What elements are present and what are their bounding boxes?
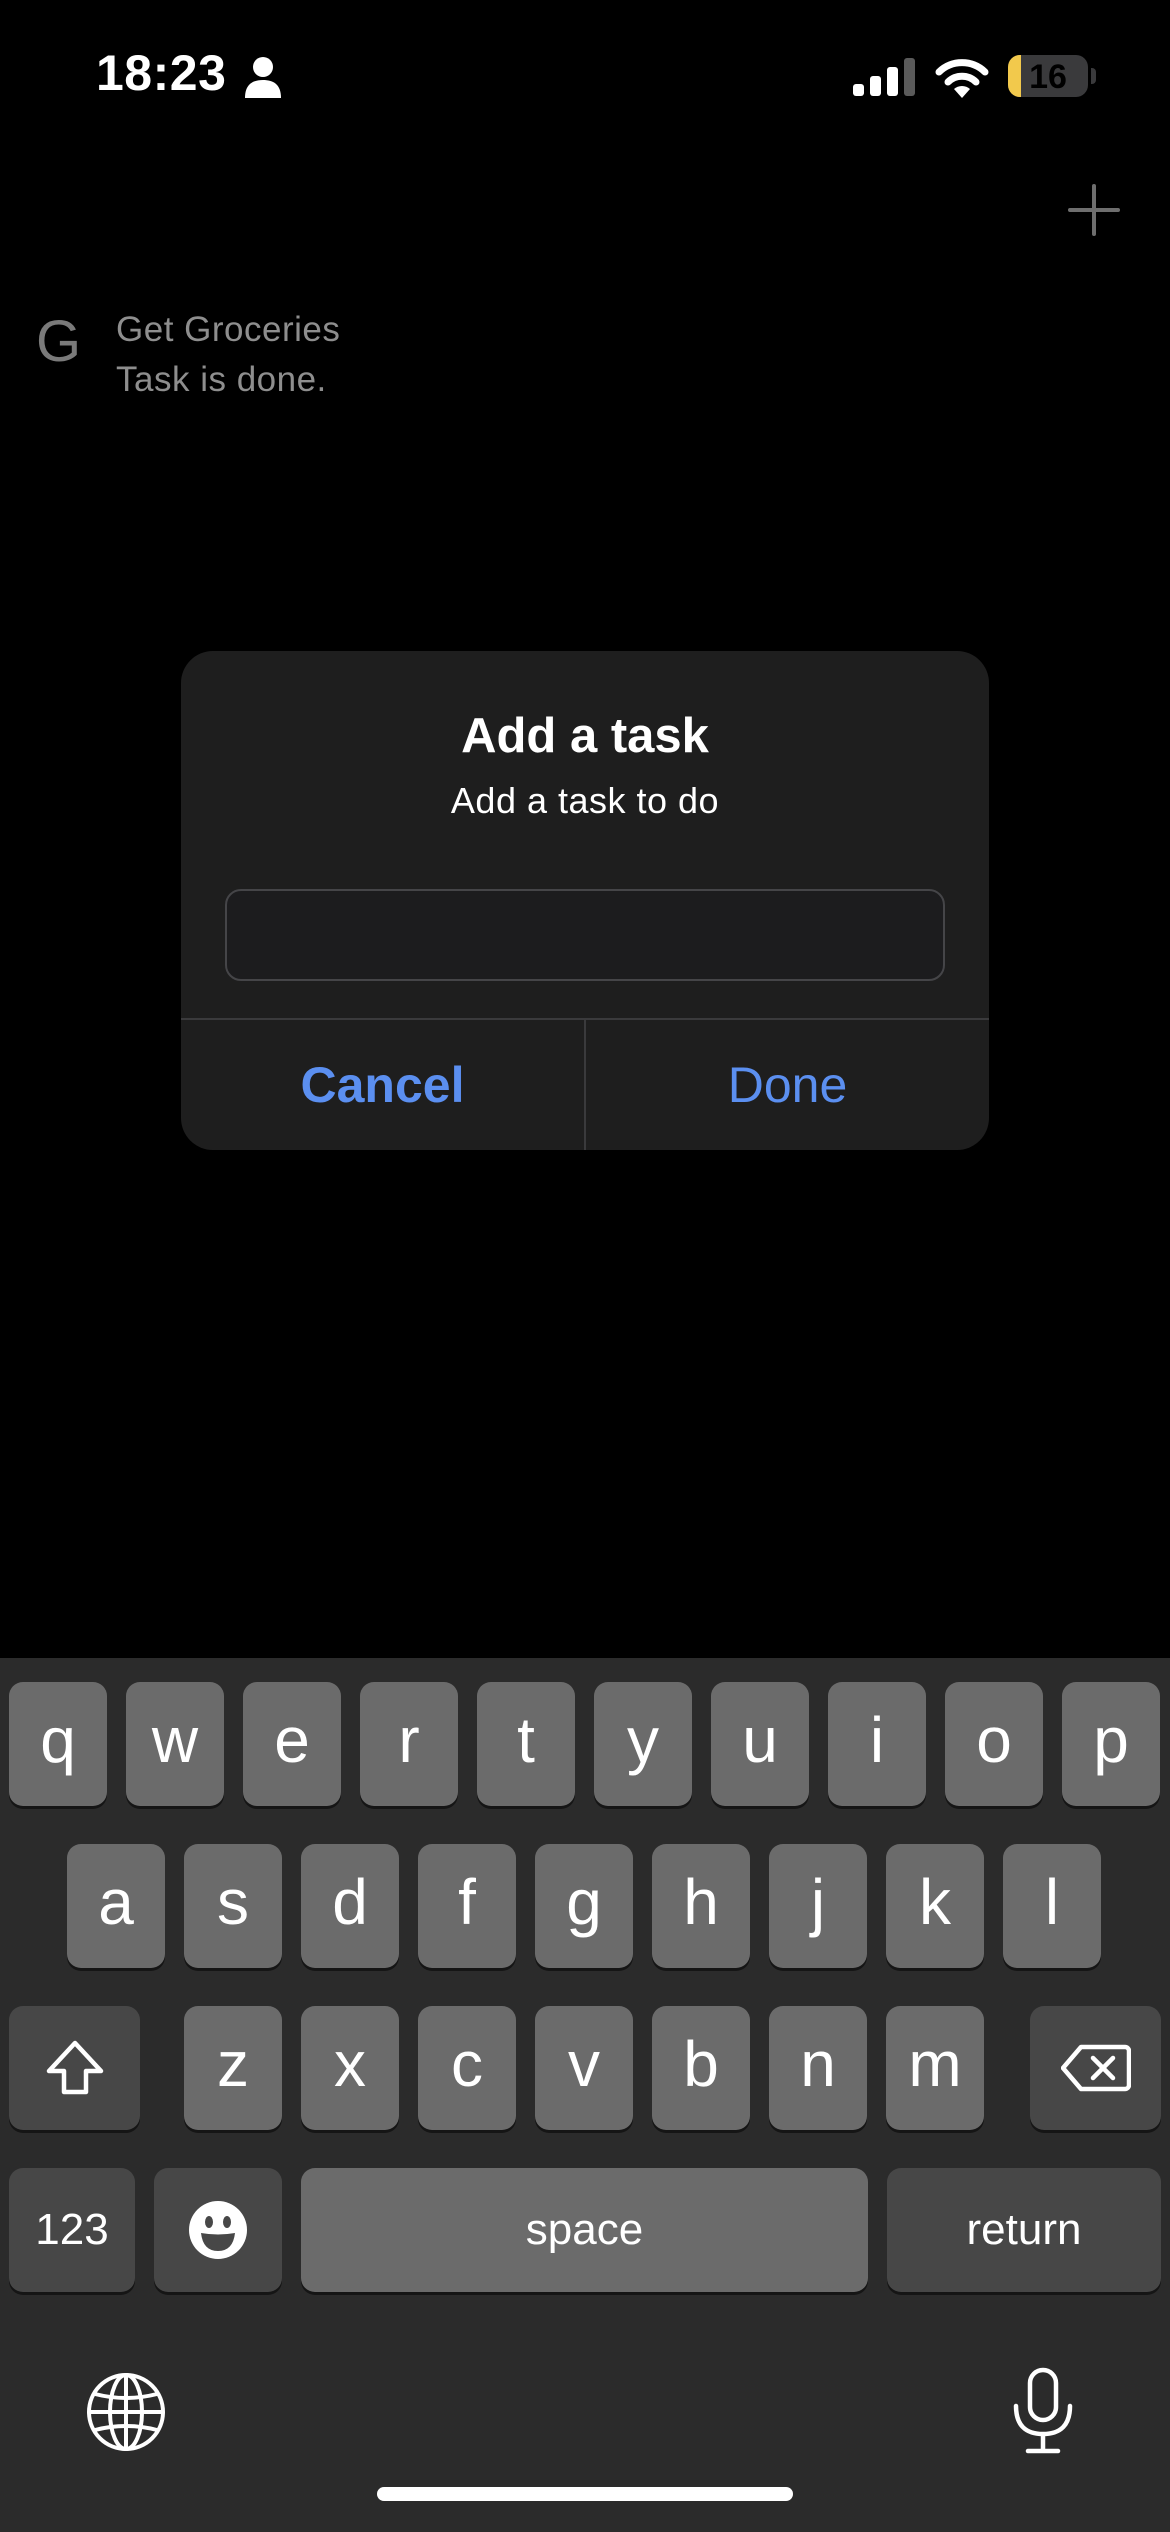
keyboard: q w e r t y u i o p a s d f g h j k l z …	[0, 1658, 1170, 2532]
key-w[interactable]: w	[126, 1682, 224, 1806]
key-a[interactable]: a	[67, 1844, 165, 1968]
key-s[interactable]: s	[184, 1844, 282, 1968]
key-p[interactable]: p	[1062, 1682, 1160, 1806]
key-l[interactable]: l	[1003, 1844, 1101, 1968]
key-f[interactable]: f	[418, 1844, 516, 1968]
key-b[interactable]: b	[652, 2006, 750, 2130]
cancel-button[interactable]: Cancel	[181, 1020, 584, 1150]
emoji-icon	[189, 2201, 247, 2259]
wifi-icon	[935, 59, 989, 98]
delete-key[interactable]	[1030, 2006, 1161, 2130]
mic-icon[interactable]	[1008, 2366, 1078, 2456]
key-m[interactable]: m	[886, 2006, 984, 2130]
space-key[interactable]: space	[301, 2168, 868, 2292]
key-c[interactable]: c	[418, 2006, 516, 2130]
key-y[interactable]: y	[594, 1682, 692, 1806]
emoji-key[interactable]	[154, 2168, 282, 2292]
shift-icon	[46, 2040, 103, 2095]
key-d[interactable]: d	[301, 1844, 399, 1968]
plus-icon	[1068, 184, 1120, 236]
delete-icon	[1060, 2044, 1131, 2092]
status-bar: 18:23 16	[0, 0, 1170, 150]
key-o[interactable]: o	[945, 1682, 1043, 1806]
status-time: 18:23	[96, 45, 227, 101]
key-q[interactable]: q	[9, 1682, 107, 1806]
shift-key[interactable]	[9, 2006, 140, 2130]
signal-icon	[853, 58, 915, 96]
task-row[interactable]: G Get Groceries Task is done.	[0, 300, 1170, 410]
key-j[interactable]: j	[769, 1844, 867, 1968]
key-t[interactable]: t	[477, 1682, 575, 1806]
battery-level: 16	[1029, 58, 1067, 96]
task-subtitle: Task is done.	[116, 360, 327, 399]
task-title: Get Groceries	[116, 310, 341, 349]
done-button[interactable]: Done	[586, 1020, 989, 1150]
globe-icon[interactable]	[86, 2372, 166, 2452]
key-u[interactable]: u	[711, 1682, 809, 1806]
numbers-key[interactable]: 123	[9, 2168, 135, 2292]
key-x[interactable]: x	[301, 2006, 399, 2130]
key-i[interactable]: i	[828, 1682, 926, 1806]
key-r[interactable]: r	[360, 1682, 458, 1806]
person-icon	[245, 57, 281, 98]
alert-title: Add a task	[461, 709, 709, 763]
key-z[interactable]: z	[184, 2006, 282, 2130]
return-key[interactable]: return	[887, 2168, 1161, 2292]
task-name-input[interactable]	[225, 889, 945, 981]
key-k[interactable]: k	[886, 1844, 984, 1968]
add-task-alert: Add a task Add a task to do Cancel Done	[181, 651, 989, 1150]
key-h[interactable]: h	[652, 1844, 750, 1968]
home-indicator[interactable]	[377, 2487, 793, 2501]
key-e[interactable]: e	[243, 1682, 341, 1806]
battery-cap	[1091, 68, 1096, 84]
key-n[interactable]: n	[769, 2006, 867, 2130]
key-g[interactable]: g	[535, 1844, 633, 1968]
task-initial: G	[36, 309, 82, 374]
key-v[interactable]: v	[535, 2006, 633, 2130]
alert-message: Add a task to do	[450, 780, 720, 821]
add-task-button[interactable]	[1064, 180, 1124, 240]
battery-icon: 16	[1008, 55, 1088, 97]
